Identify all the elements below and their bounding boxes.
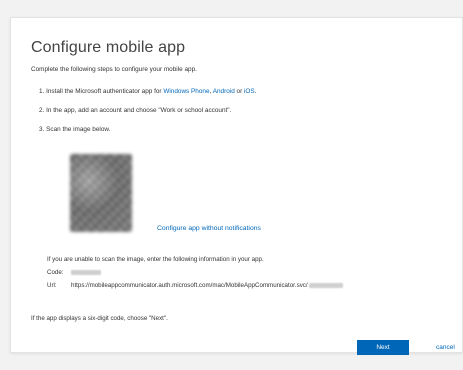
step-add-account: 2. In the app, add an account and choose… [39, 107, 232, 114]
ios-link[interactable]: iOS [244, 88, 255, 95]
next-button[interactable]: Next [357, 340, 409, 355]
cancel-link[interactable]: cancel [436, 344, 455, 351]
windows-phone-link[interactable]: Windows Phone [163, 88, 209, 95]
url-value: https://mobileappcommunicator.auth.micro… [71, 282, 308, 289]
code-value-redacted [71, 269, 101, 275]
step-install-suffix: . [254, 88, 257, 95]
step-install-app: 1. Install the Microsoft authenticator a… [39, 88, 256, 107]
intro-text: Complete the following steps to configur… [31, 66, 197, 73]
manual-code-row: Code: [47, 269, 101, 276]
setup-steps-list: 1. Install the Microsoft authenticator a… [39, 88, 256, 145]
manual-url-row: Url: https://mobileappcommunicator.auth.m… [47, 282, 343, 289]
step-scan-image: 3. Scan the image below. [39, 126, 111, 133]
page-title: Configure mobile app [31, 39, 186, 56]
configure-without-notifications-link[interactable]: Configure app without notifications [157, 225, 261, 232]
android-link[interactable]: Android [213, 88, 235, 95]
six-digit-code-note: If the app displays a six-digit code, ch… [31, 315, 168, 322]
configure-mobile-app-card: Configure mobile app Complete the follow… [10, 17, 463, 353]
url-label: Url: [47, 282, 57, 289]
step-install-sep2: or [234, 88, 244, 95]
url-value-redacted [308, 282, 343, 288]
qr-code-image [70, 154, 132, 232]
manual-entry-instructions: If you are unable to scan the image, ent… [47, 256, 264, 263]
step-install-text: 1. Install the Microsoft authenticator a… [39, 88, 164, 95]
code-label: Code: [47, 269, 64, 276]
